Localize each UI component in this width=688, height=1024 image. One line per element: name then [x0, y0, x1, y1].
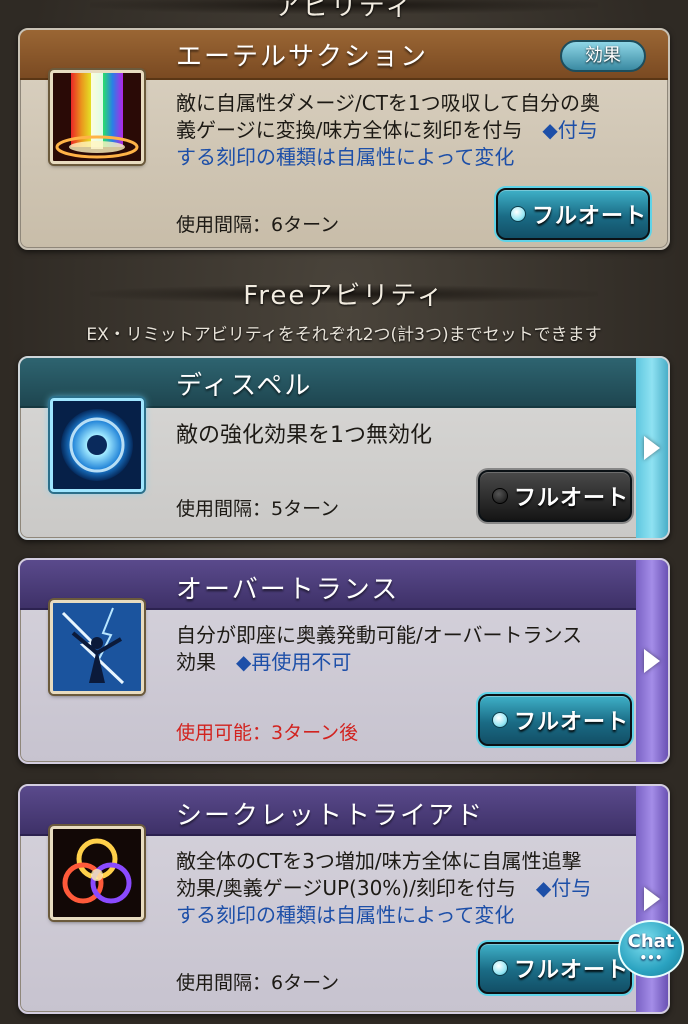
use-interval: 使用間隔：6ターン — [176, 972, 340, 994]
arrow-right-icon — [644, 649, 660, 673]
ability-title: オーバートランス — [176, 575, 400, 605]
side-tab[interactable] — [636, 560, 668, 762]
ability-card-dispel[interactable]: ディスペル 敵の強化効果を1つ無効化 使用間隔：5ターン フルオート — [18, 356, 670, 540]
ability-title: ディスペル — [176, 371, 313, 401]
blue-orb-icon — [50, 398, 144, 492]
triple-ring-icon — [50, 826, 144, 920]
effect-button[interactable]: 効果 — [560, 40, 646, 72]
full-auto-button[interactable]: フルオート — [478, 470, 632, 522]
use-availability: 使用可能：3ターン後 — [176, 722, 359, 744]
ability-description: 敵に自属性ダメージ/CTを1つ吸収して自分の奥 義ゲージに変換/味方全体に刻印を… — [176, 91, 601, 169]
side-tab[interactable] — [636, 786, 668, 1012]
ability-title: シークレットトライアド — [176, 801, 485, 831]
arrow-right-icon — [644, 436, 660, 460]
toggle-dot-icon — [492, 960, 508, 976]
ability-title: エーテルサクション — [176, 42, 429, 72]
ability-description: 敵の強化効果を1つ無効化 — [176, 423, 432, 448]
ability-card-aether-suction[interactable]: エーテルサクション 効果 敵に自属性ダメージ/CTを1つ吸収して自分の奥 義ゲー… — [18, 28, 670, 250]
use-interval: 使用間隔：5ターン — [176, 498, 340, 520]
ability-card-overtrance[interactable]: オーバートランス 自分が即座に奥義発動可能/オーバートランス 効果 ◆再使用不可… — [18, 558, 670, 764]
toggle-dot-icon — [492, 712, 508, 728]
abilities-heading: アビリティ — [0, 0, 688, 23]
free-abilities-heading: Freeアビリティ — [0, 275, 688, 312]
ability-card-secret-triad[interactable]: シークレットトライアド 敵全体のCTを3つ増加/味方全体に自属性追撃 効果/奥義… — [18, 784, 670, 1014]
free-abilities-subtitle: EX・リミットアビリティをそれぞれ2つ(計3つ)までセットできます — [86, 325, 602, 345]
use-interval: 使用間隔：6ターン — [176, 214, 340, 236]
arrow-right-icon — [644, 887, 660, 911]
toggle-dot-icon — [510, 206, 526, 222]
full-auto-button[interactable]: フルオート — [478, 942, 632, 994]
chat-button[interactable]: Chat ••• — [618, 920, 684, 978]
ability-description: 敵全体のCTを3つ増加/味方全体に自属性追撃 効果/奥義ゲージUP(30%)/刻… — [176, 849, 592, 927]
lightning-figure-icon — [50, 600, 144, 694]
side-tab[interactable] — [636, 358, 668, 538]
rainbow-pillar-icon — [50, 70, 144, 164]
full-auto-button[interactable]: フルオート — [496, 188, 650, 240]
toggle-dot-icon — [492, 488, 508, 504]
full-auto-button[interactable]: フルオート — [478, 694, 632, 746]
ability-description: 自分が即座に奥義発動可能/オーバートランス 効果 ◆再使用不可 — [176, 623, 583, 674]
